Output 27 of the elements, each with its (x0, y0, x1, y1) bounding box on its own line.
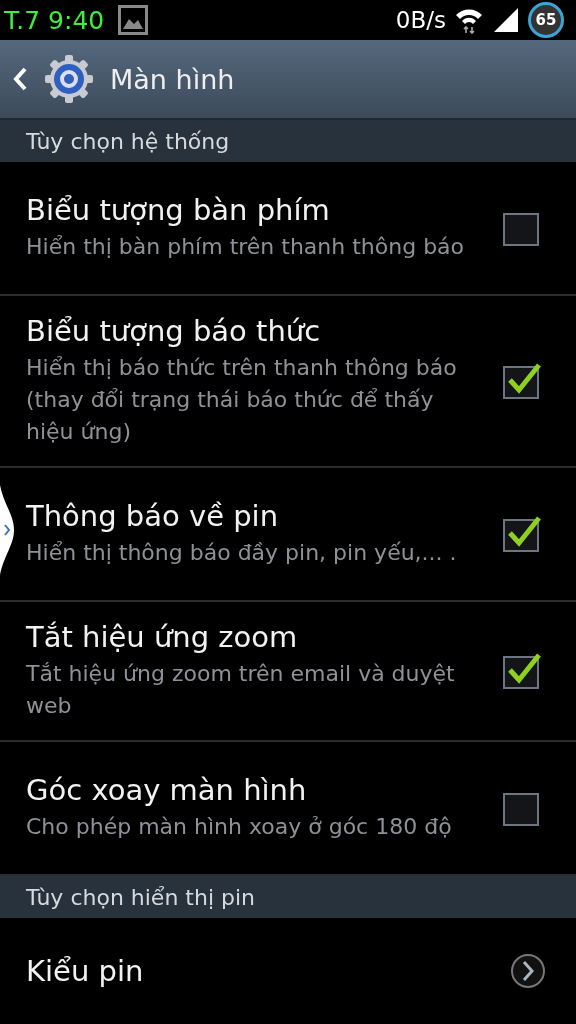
setting-summary: Tắt hiệu ứng zoom trên email và duyệt web (26, 660, 456, 720)
checkbox[interactable] (502, 362, 542, 400)
setting-title: Thông báo về pin (26, 499, 280, 533)
setting-title: Tắt hiệu ứng zoom (26, 620, 299, 654)
chevron-right-icon (510, 953, 546, 989)
wifi-icon (454, 6, 484, 34)
battery-indicator: 65 (528, 2, 564, 38)
section-header: Tùy chọn hiển thị pin (0, 876, 576, 918)
signal-icon (492, 6, 520, 34)
network-speed: 0B/s (395, 7, 446, 33)
screen-title: Màn hình (110, 63, 235, 95)
section-header: Tùy chọn hệ thống (0, 120, 576, 162)
setting-title: Kiểu pin (26, 954, 144, 988)
setting-title: Góc xoay màn hình (26, 773, 308, 807)
setting-summary: Cho phép màn hình xoay ở góc 180 độ (26, 813, 453, 841)
setting-summary: Hiển thị bàn phím trên thanh thông báo (26, 233, 466, 261)
setting-summary: Hiển thị thông báo đầy pin, pin yếu,... . (26, 539, 458, 567)
side-panel-handle[interactable] (0, 485, 16, 575)
settings-icon (44, 54, 94, 104)
setting-title: Biểu tượng bàn phím (26, 193, 331, 227)
setting-summary: Hiển thị báo thức trên thanh thông báo (thay đổi trạng thái báo thức để thấy hiệu ứng) (26, 354, 458, 446)
setting-title: Biểu tượng báo thức (26, 314, 322, 348)
checkbox[interactable] (502, 652, 542, 690)
status-time: T.7 9:40 (4, 5, 105, 35)
image-notification-icon (118, 5, 149, 35)
checkbox[interactable] (502, 515, 542, 553)
back-icon[interactable] (12, 66, 28, 92)
